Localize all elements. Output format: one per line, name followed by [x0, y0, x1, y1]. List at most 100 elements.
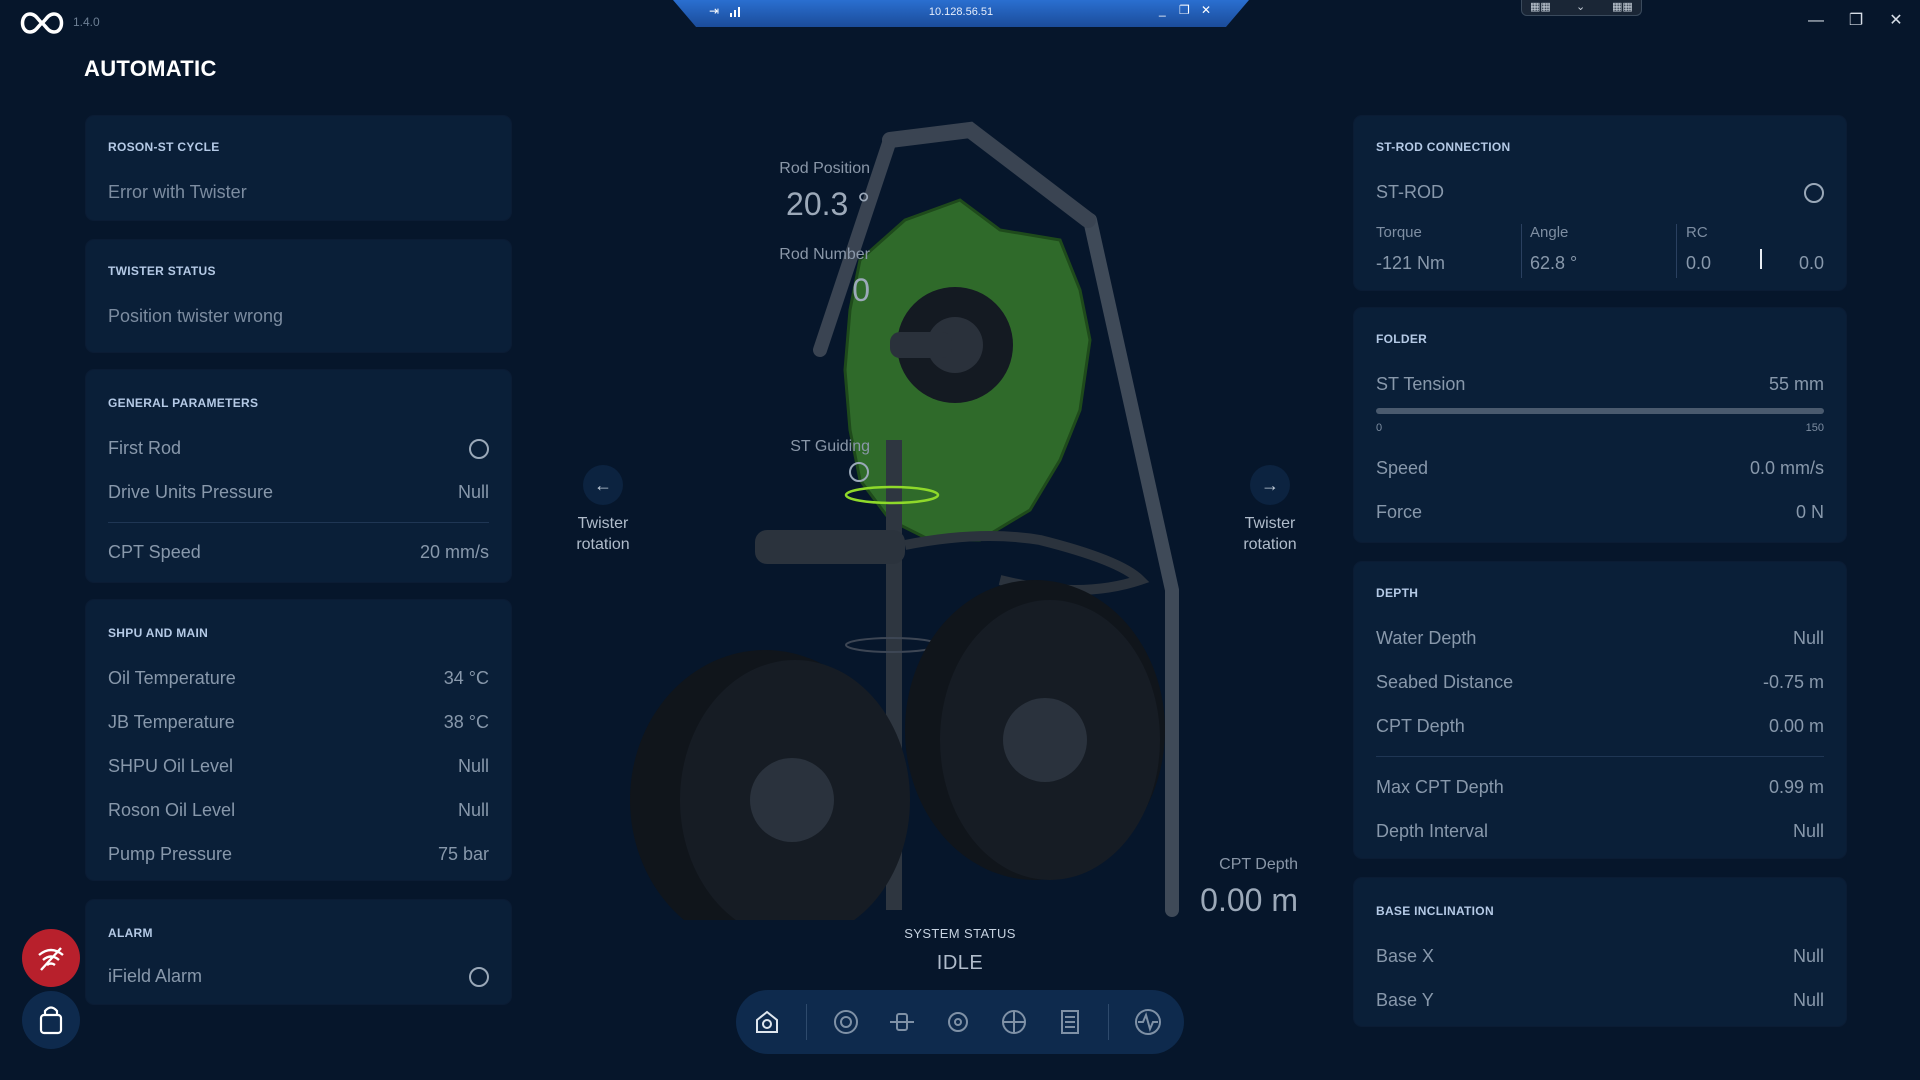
- twister-rotate-left-button[interactable]: ←: [583, 465, 623, 505]
- twister-rotate-right-button[interactable]: →: [1250, 465, 1290, 505]
- row-label: SHPU Oil Level: [108, 756, 234, 776]
- page-title: AUTOMATIC: [84, 56, 217, 81]
- settings-wheel-icon[interactable]: [996, 1004, 1032, 1040]
- bag-icon: [39, 1006, 63, 1035]
- rod-number-label: Rod Number: [779, 246, 870, 263]
- row-label: ST Tension: [1376, 374, 1466, 394]
- st-tension-slider: [1376, 408, 1824, 414]
- twister-rotation-right-label: Twister rotation: [1243, 515, 1297, 553]
- row-label: Roson Oil Level: [108, 800, 236, 820]
- row-label: Depth Interval: [1376, 821, 1489, 841]
- folder-panel: FOLDER ST Tension 55 mm 0 150 Speed 0.0 …: [1354, 308, 1846, 542]
- row-value: Null: [1792, 821, 1824, 841]
- row-label: Speed: [1376, 458, 1429, 478]
- app-logo-icon: [20, 12, 64, 34]
- app-version: 1.4.0: [73, 15, 100, 29]
- log-icon[interactable]: [1052, 1004, 1088, 1040]
- shpu-oil-level-row: SHPU Oil Level Null: [108, 756, 489, 780]
- wifi-off-icon: [38, 947, 64, 971]
- divider: [1376, 756, 1824, 757]
- panel-title: ALARM: [108, 926, 153, 940]
- base-x-row: Base X Null: [1376, 946, 1824, 970]
- oil-temperature-row: Oil Temperature 34 °C: [108, 668, 489, 692]
- row-label: Water Depth: [1376, 628, 1477, 648]
- row-value: Null: [1792, 628, 1824, 648]
- shpu-and-main-panel: SHPU AND MAIN Oil Temperature 34 °C JB T…: [86, 600, 511, 880]
- target-icon[interactable]: [828, 1004, 864, 1040]
- st-tension-row: ST Tension 55 mm: [1376, 374, 1824, 398]
- row-label: Seabed Distance: [1376, 672, 1514, 692]
- row-value: Null: [457, 482, 489, 502]
- panel-title: BASE INCLINATION: [1376, 904, 1494, 918]
- twister-status-panel: TWISTER STATUS Position twister wrong: [86, 240, 511, 352]
- row-value: 0 N: [1795, 502, 1824, 522]
- window-close-button[interactable]: ✕: [1878, 8, 1914, 34]
- row-value: 38 °C: [443, 712, 489, 732]
- row-value: Null: [457, 800, 489, 820]
- row-label: Base Y: [1376, 990, 1434, 1010]
- remote-close-icon[interactable]: ✕: [1201, 3, 1211, 17]
- row-label: Drive Units Pressure: [108, 482, 274, 502]
- rc-cell: RC 0.0 0.0: [1686, 224, 1824, 275]
- twister-3d-model: [630, 121, 1179, 920]
- home-icon[interactable]: [749, 1004, 785, 1040]
- pulse-icon[interactable]: [1130, 1004, 1166, 1040]
- angle-label: Angle: [1530, 224, 1569, 241]
- remote-restore-icon[interactable]: ❐: [1179, 3, 1190, 17]
- base-y-row: Base Y Null: [1376, 990, 1824, 1014]
- torque-value: -121 Nm: [1376, 253, 1446, 273]
- row-value: 75 bar: [437, 844, 489, 864]
- row-value: Null: [1792, 946, 1824, 966]
- water-depth-row: Water Depth Null: [1376, 628, 1824, 652]
- pump-pressure-row: Pump Pressure 75 bar: [108, 844, 489, 868]
- angle-value: 62.8 °: [1530, 253, 1578, 273]
- wifi-off-button[interactable]: [22, 929, 80, 987]
- force-row: Force 0 N: [1376, 502, 1824, 526]
- seabed-distance-row: Seabed Distance -0.75 m: [1376, 672, 1824, 696]
- chevron-down-icon[interactable]: ⌄: [1576, 0, 1585, 13]
- remote-minimize-icon[interactable]: _: [1159, 3, 1166, 17]
- panel-title: GENERAL PARAMETERS: [108, 396, 259, 410]
- depth-panel: DEPTH Water Depth Null Seabed Distance -…: [1354, 562, 1846, 858]
- window-restore-button[interactable]: ❐: [1838, 8, 1874, 34]
- cycle-message: Error with Twister: [108, 182, 247, 202]
- first-rod-indicator-icon: [469, 439, 489, 459]
- st-guiding-label: ST Guiding: [790, 438, 870, 455]
- system-status-label: SYSTEM STATUS: [904, 926, 1016, 941]
- st-rod-connection-panel: ST-ROD CONNECTION ST-ROD Torque -121 Nm …: [1354, 116, 1846, 290]
- max-cpt-depth-row: Max CPT Depth 0.99 m: [1376, 777, 1824, 801]
- remote-session-bar[interactable]: ⇥ 10.128.56.51 _ ❐ ✕: [673, 0, 1249, 27]
- st-guiding-indicator-icon: [849, 462, 869, 482]
- divider: [1676, 224, 1677, 278]
- rod-number-value: 0: [852, 272, 870, 308]
- row-label: JB Temperature: [108, 712, 235, 732]
- keyboard-icon: ▦▦: [1612, 1, 1633, 13]
- row-value: 55 mm: [1768, 374, 1824, 394]
- row-value: Null: [1792, 990, 1824, 1010]
- arrow-right-icon: →: [1261, 475, 1279, 495]
- roson-oil-level-row: Roson Oil Level Null: [108, 800, 489, 824]
- st-rod-indicator-icon: [1804, 183, 1824, 203]
- row-value: 34 °C: [443, 668, 489, 688]
- gear-icon[interactable]: [940, 1004, 976, 1040]
- torque-cell: Torque -121 Nm: [1376, 224, 1445, 274]
- panel-title: TWISTER STATUS: [108, 264, 216, 278]
- row-value: Null: [457, 756, 489, 776]
- depth-interval-row: Depth Interval Null: [1376, 821, 1824, 845]
- rc-label: RC: [1686, 224, 1708, 241]
- rc-right-value: 0.0: [1798, 253, 1824, 273]
- row-label: CPT Depth: [1376, 716, 1465, 736]
- cpt-depth-label: CPT Depth: [1219, 856, 1298, 873]
- drive-units-pressure-row: Drive Units Pressure Null: [108, 482, 489, 506]
- twister-status-message: Position twister wrong: [108, 306, 284, 326]
- window-minimize-button[interactable]: —: [1798, 8, 1834, 34]
- first-rod-row: First Rod: [108, 438, 489, 462]
- sliders-icon[interactable]: [884, 1004, 920, 1040]
- bag-button[interactable]: [22, 991, 80, 1049]
- keyboard-dropdown-tab[interactable]: ▦▦ ⌄ ▦▦: [1521, 0, 1642, 16]
- row-value: 0.00 m: [1768, 716, 1824, 736]
- torque-label: Torque: [1376, 224, 1422, 241]
- jb-temperature-row: JB Temperature 38 °C: [108, 712, 489, 736]
- row-value: 0.99 m: [1768, 777, 1824, 797]
- cpt-speed-row: CPT Speed 20 mm/s: [108, 542, 489, 566]
